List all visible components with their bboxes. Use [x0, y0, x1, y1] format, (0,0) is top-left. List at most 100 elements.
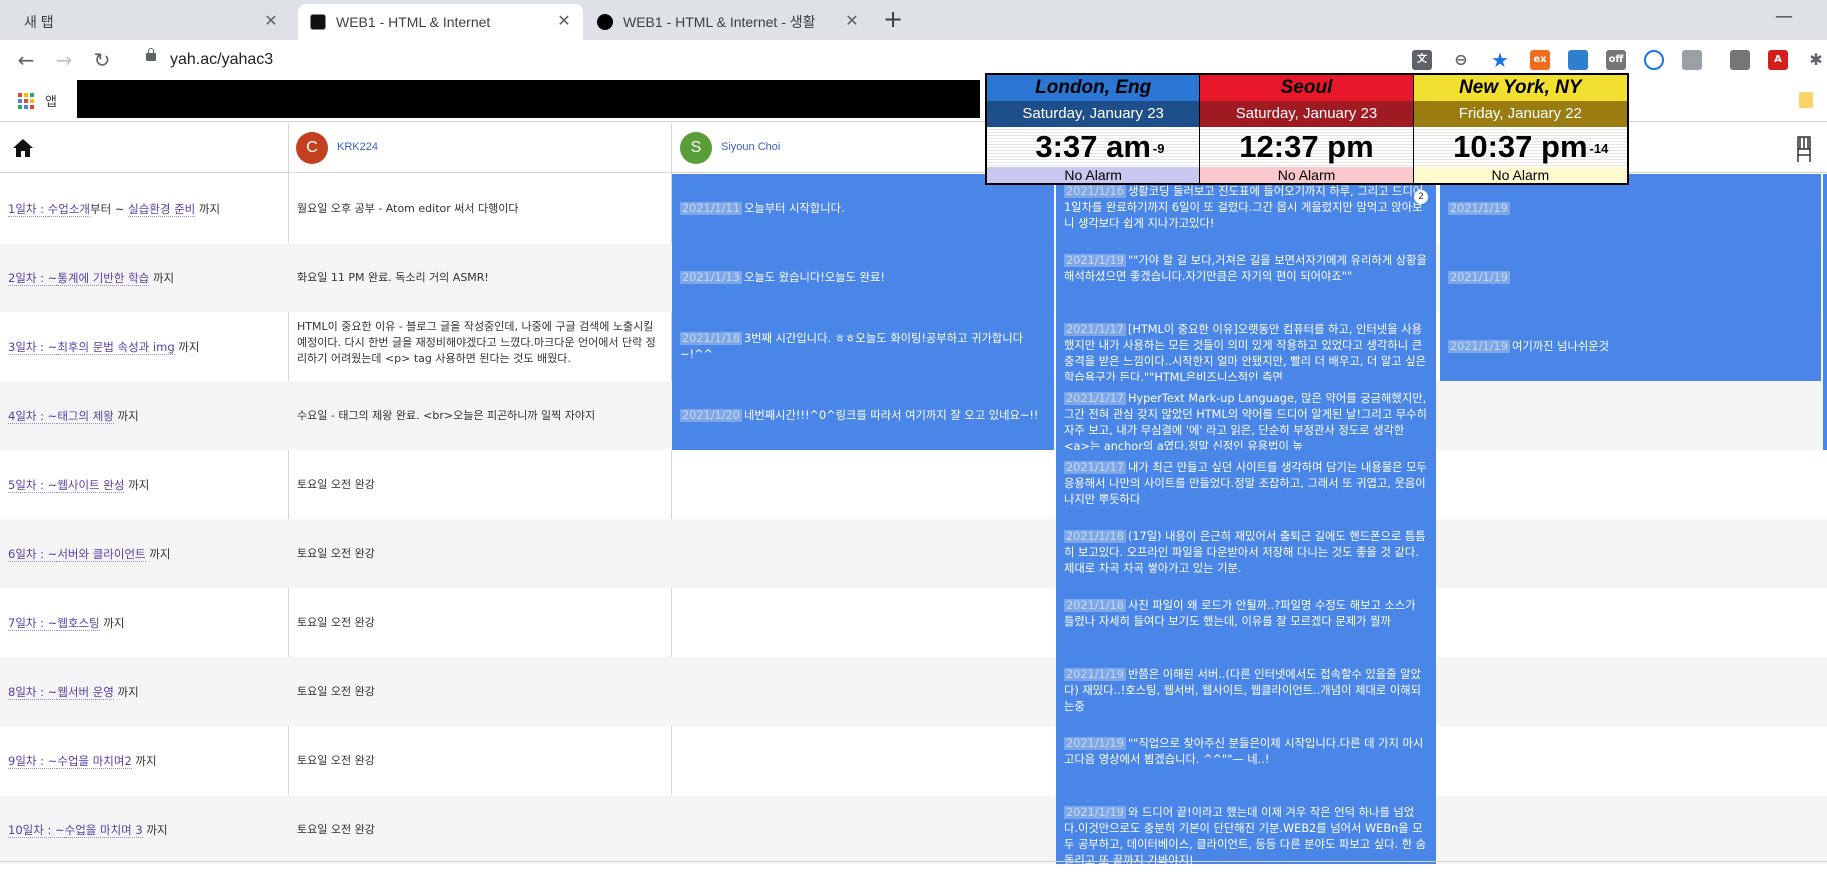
- lesson-link[interactable]: 수업을 마치며2: [57, 754, 132, 769]
- chair-icon[interactable]: [1795, 135, 1813, 163]
- clock-panel: New York, NY Friday, January 22 10:37 pm -1…: [1413, 75, 1627, 183]
- progress-cell[interactable]: 2021/1/19 반쯤은 이해된 서버..(다른 인터넷에서도 접속할수 있을줄…: [1056, 657, 1436, 726]
- lesson-day-link[interactable]: 5일차 : ~: [8, 478, 58, 493]
- user-name[interactable]: Siyoun Choi: [721, 141, 780, 153]
- extension-copy-icon[interactable]: [1730, 50, 1750, 70]
- progress-cell[interactable]: 2021/1/19 와 드디어 끝!이라고 했는데 이제 겨우 작은 언덕 하나를…: [1056, 795, 1436, 864]
- clock-time: 10:37 pm -14: [1413, 127, 1627, 167]
- lesson-title: 7일차 : ~웹호스팅 까지: [8, 615, 124, 631]
- progress-cell[interactable]: 2021/1/19 ""직업으로 찾아주신 분들은이제 시작입니다.다른 데 가지…: [1056, 726, 1436, 795]
- table-row: 4일차 : ~태그의 제왕 까지 수요일 - 태그의 제왕 완료. <br>오늘은…: [0, 381, 1827, 450]
- lesson-day-link[interactable]: 8일차 : ~: [8, 685, 58, 700]
- lesson-day-link[interactable]: 2일차 : ~: [8, 271, 58, 286]
- progress-cell[interactable]: 2021/1/19: [1440, 243, 1821, 312]
- progress-cell[interactable]: 2021/1/17 [HTML이 중요한 이유]오랫동안 컴퓨터를 하고, 인터넷…: [1056, 312, 1436, 381]
- lesson-text: 까지: [195, 202, 221, 216]
- back-arrow-icon[interactable]: ←: [14, 48, 38, 72]
- clock-offset: -9: [1152, 141, 1165, 156]
- extension-pdf-icon[interactable]: A: [1768, 50, 1788, 70]
- lesson-link[interactable]: 웹사이트 완성: [57, 478, 125, 493]
- tab-title: WEB1 - HTML & Internet - 생활: [623, 14, 816, 30]
- progress-cell[interactable]: 2021/1/13 오늘도 왔습니다!오늘도 완료!: [672, 243, 1054, 312]
- close-icon[interactable]: ✕: [555, 13, 573, 31]
- lesson-link[interactable]: 수업을 마치며 3: [64, 823, 143, 838]
- lesson-link[interactable]: 실습환경 준비: [128, 202, 196, 217]
- clock-time: 3:37 am -9: [987, 127, 1200, 167]
- progress-entry: 2021/1/13 오늘도 왔습니다!오늘도 완료!: [680, 270, 885, 286]
- translate-icon[interactable]: 文: [1412, 50, 1432, 70]
- study-note: HTML이 중요한 이유 - 블로그 글을 작성중인데, 나중에 구글 검색에 …: [297, 320, 656, 365]
- apps-label[interactable]: 앱: [45, 91, 57, 110]
- progress-cell[interactable]: 2021/1/19 여기까진 넘나쉬운것: [1440, 312, 1821, 381]
- lesson-day-link[interactable]: 7일차 : ~: [8, 616, 58, 631]
- lesson-link[interactable]: 태그의 제왕: [57, 409, 114, 424]
- entry-date: 2021/1/18: [1064, 530, 1126, 543]
- user-name[interactable]: KRK224: [337, 141, 378, 153]
- extension-cast-icon[interactable]: [1682, 50, 1702, 70]
- entry-date: 2021/1/20: [680, 408, 742, 422]
- extension-ex-icon[interactable]: ex: [1530, 50, 1550, 70]
- lesson-day-link[interactable]: 3일차 : ~: [8, 340, 58, 355]
- lock-icon: [146, 48, 156, 61]
- progress-cell[interactable]: 2021/1/17 HyperText Mark-up Language, 많은 …: [1056, 381, 1436, 450]
- zoom-out-icon[interactable]: ⊖: [1451, 50, 1471, 70]
- progress-cell[interactable]: 2021/1/19 ""가야 할 길 보다,거쳐온 길을 보면서자기에게 유리하게…: [1056, 243, 1436, 312]
- entry-date: 2021/1/18: [1064, 599, 1126, 612]
- lesson-title: 4일차 : ~태그의 제왕 까지: [8, 408, 139, 424]
- avatar-initial: C: [306, 139, 318, 156]
- bookmark-folder-icon[interactable]: [1799, 92, 1813, 108]
- entry-date: 2021/1/19: [1448, 339, 1510, 353]
- reload-icon[interactable]: ↻: [90, 48, 114, 72]
- lesson-day-link[interactable]: 6일차 : ~: [8, 547, 58, 562]
- tab-web1-active[interactable]: WEB1 - HTML & Internet ✕: [298, 4, 583, 40]
- progress-cell[interactable]: 2021/1/20 네번째시간!!!^0^링크를 따라서 여기까지 잘 오고 있네…: [672, 381, 1054, 450]
- entry-date: 2021/1/19: [1448, 201, 1510, 215]
- apps-grid-icon[interactable]: [18, 93, 34, 109]
- entry-date: 2021/1/17: [1064, 461, 1126, 474]
- close-icon[interactable]: ✕: [843, 13, 861, 31]
- progress-cell[interactable]: 2021/1/17 내가 최근 만들고 싶던 사이트를 생각하며 담기는 내용물은…: [1056, 450, 1436, 519]
- lesson-link[interactable]: 최후의 문법 속성과 img: [57, 340, 175, 355]
- comment-count-badge[interactable]: 2: [1414, 190, 1428, 204]
- tab-title: 새 탭: [24, 14, 54, 30]
- url-text: yah.ac/yahac3: [170, 51, 274, 68]
- extensions-puzzle-icon[interactable]: ✱: [1806, 50, 1826, 70]
- extension-window-icon[interactable]: [1568, 50, 1588, 70]
- lesson-link[interactable]: 통계에 기반한 학습: [57, 271, 150, 286]
- home-icon[interactable]: [12, 138, 34, 158]
- tab-web1-life[interactable]: WEB1 - HTML & Internet - 생활 ✕: [585, 4, 871, 40]
- lesson-day-link[interactable]: 1일차 :: [8, 202, 48, 217]
- progress-cell[interactable]: 2021/1/18 사진 파일이 왜 로드가 안될까..?파일명 수정도 해보고 …: [1056, 588, 1436, 657]
- clock-alarm-status[interactable]: No Alarm: [1413, 167, 1627, 183]
- lesson-day-link[interactable]: 4일차 : ~: [8, 409, 58, 424]
- extension-off-icon[interactable]: off: [1606, 50, 1626, 70]
- clock-alarm-status[interactable]: No Alarm: [987, 167, 1200, 183]
- lesson-day-link[interactable]: 9일차 : ~: [8, 754, 58, 769]
- lesson-text: 까지: [131, 754, 157, 768]
- forward-arrow-icon[interactable]: →: [52, 48, 76, 72]
- entry-text: 오늘도 왔습니다!오늘도 완료!: [743, 270, 885, 284]
- lesson-day-link[interactable]: 10일차 : ~: [8, 823, 65, 838]
- clock-panel: Seoul Saturday, January 23 12:37 pm No Alar…: [1200, 75, 1414, 183]
- minimize-button[interactable]: —: [1775, 6, 1793, 27]
- study-note: 토요일 오전 완강: [297, 823, 375, 836]
- new-tab-button[interactable]: +: [883, 7, 903, 31]
- progress-cell[interactable]: 2021/1/18 (17일) 내용이 은근히 재밌어서 출퇴근 길에도 핸드폰으…: [1056, 519, 1436, 588]
- entry-date: 2021/1/11: [680, 201, 742, 215]
- tab-new-tab[interactable]: 새 탭 ✕: [10, 4, 290, 40]
- entry-text: 네번째시간!!!^0^링크를 따라서 여기까지 잘 오고 있네요~!!: [743, 408, 1039, 422]
- lesson-link[interactable]: 서버와 클라이언트: [57, 547, 146, 562]
- extension-circle-icon[interactable]: [1644, 50, 1664, 70]
- study-note: 월요일 오후 공부 - Atom editor 써서 다행이다: [297, 202, 519, 215]
- close-icon[interactable]: ✕: [262, 13, 280, 31]
- lesson-link[interactable]: 웹서버 운영: [57, 685, 114, 700]
- bookmark-star-icon[interactable]: ★: [1490, 50, 1510, 70]
- study-note: 수요일 - 태그의 제왕 완료. <br>오늘은 피곤하니까 일찍 자야지: [297, 409, 596, 422]
- address-bar[interactable]: yah.ac/yahac3: [132, 44, 1482, 76]
- lesson-link[interactable]: 웹호스팅: [57, 616, 100, 631]
- lesson-text: 까지: [113, 685, 139, 699]
- lesson-link[interactable]: 수업소개: [47, 202, 90, 217]
- entry-text: 오늘부터 시작합니다.: [743, 201, 845, 215]
- clock-alarm-status[interactable]: No Alarm: [1200, 167, 1413, 183]
- progress-cell[interactable]: 2021/1/18 3번째 시간입니다. ㅎㅎ오늘도 화이팅!공부하고 귀가합니다…: [672, 312, 1054, 381]
